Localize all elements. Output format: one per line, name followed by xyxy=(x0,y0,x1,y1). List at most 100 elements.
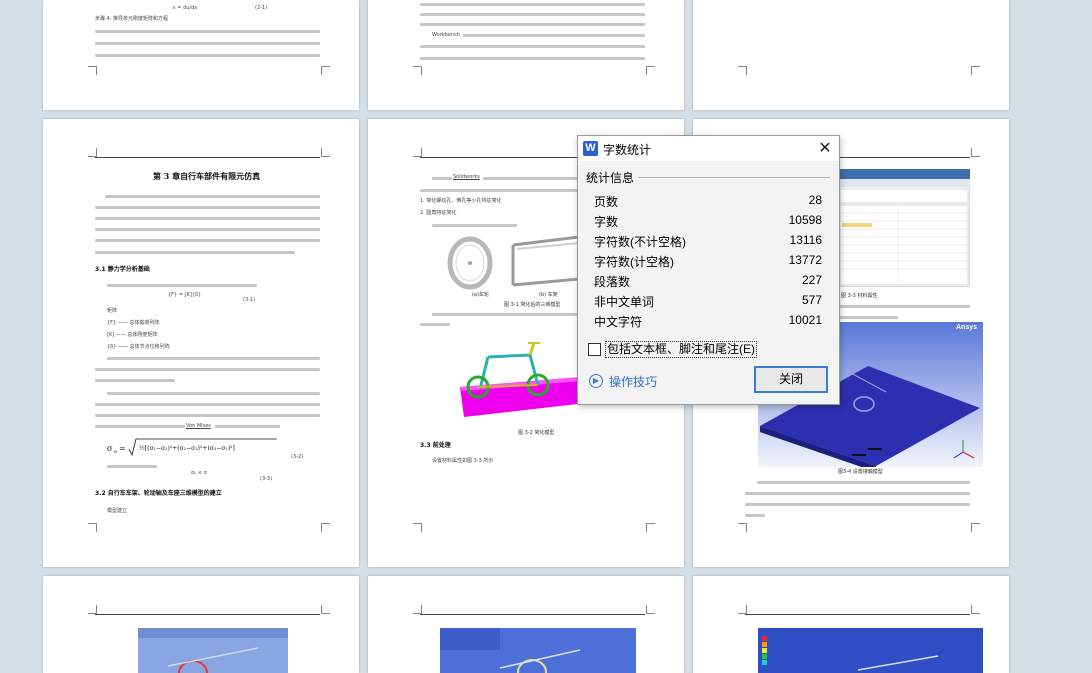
document-page xyxy=(43,576,359,673)
include-textboxes-checkbox[interactable] xyxy=(588,343,601,356)
close-button[interactable]: 关闭 xyxy=(754,366,828,393)
formula-number: (2-1) xyxy=(255,5,268,11)
text-line xyxy=(95,379,175,382)
document-page xyxy=(693,576,1009,673)
crop-mark xyxy=(321,605,330,614)
word-count-dialog: W 字数统计 ✕ 统计信息 页数 28 字数 10598 字符数(不计空格) 1… xyxy=(577,135,840,405)
section-heading: 3.3 前处理 xyxy=(420,442,451,449)
header-rule xyxy=(95,157,320,158)
svg-text:σ: σ xyxy=(107,444,113,453)
equation-number: (3-3) xyxy=(260,476,273,482)
header-rule xyxy=(95,614,320,615)
svg-text:=: = xyxy=(119,444,126,453)
text-line xyxy=(95,54,320,57)
close-icon[interactable]: ✕ xyxy=(816,139,834,157)
stat-label: 字符数(不计空格) xyxy=(594,235,686,249)
crop-mark xyxy=(413,148,422,157)
document-page: Workbench xyxy=(368,0,684,110)
wheel-model-image xyxy=(432,235,504,290)
include-textboxes-label[interactable]: 包括文本框、脚注和尾注(E) xyxy=(605,341,757,358)
stat-value: 28 xyxy=(808,193,822,207)
legend-line: {δ} —— 总体节点位移列阵 xyxy=(107,344,170,350)
figure-caption: 图 3-1 简化后的三维模型 xyxy=(504,302,561,308)
text-line xyxy=(483,177,578,180)
stat-label: 非中文单词 xyxy=(594,295,655,309)
text-line xyxy=(107,284,257,287)
text-line xyxy=(95,425,185,428)
text-line xyxy=(432,313,578,316)
document-page: ε = du/dx (2-1) 步骤 4: 推导单元刚度矩阵和方程 xyxy=(43,0,359,110)
stat-value: 227 xyxy=(801,273,822,287)
svg-text:½[(σ₁−σ₂)²+(σ₂−σ₃)²+(σ₃−σ₁)²]: ½[(σ₁−σ₂)²+(σ₂−σ₃)²+(σ₃−σ₁)²] xyxy=(139,445,235,452)
list-item: 1. 简化螺纹孔、倒孔等小孔特征简化 xyxy=(420,198,502,204)
legend-line: [K] —— 总体刚度矩阵 xyxy=(107,332,158,338)
crop-mark xyxy=(88,66,97,75)
equation-number: (3-1) xyxy=(243,297,256,303)
tips-link[interactable]: 操作技巧 xyxy=(609,373,657,390)
header-rule xyxy=(745,614,970,615)
stat-row-non-chinese-words: 非中文单词 577 xyxy=(594,292,822,310)
stat-row-chinese-chars: 中文字符 10021 xyxy=(594,312,822,330)
bicycle-model-image xyxy=(460,342,586,417)
crop-mark xyxy=(738,66,747,75)
text-line xyxy=(107,465,157,468)
model-text: 模型建立 xyxy=(107,508,128,514)
text-line xyxy=(420,3,645,6)
document-page-chapter3: 第 3 章自行车部件有限元仿真 3.1 静力学分析基础 {F} = [K]{δ}… xyxy=(43,119,359,567)
stat-value: 13116 xyxy=(789,233,822,247)
matrix-label: 矩阵 xyxy=(107,308,118,314)
text-line xyxy=(420,13,645,16)
document-page xyxy=(368,576,684,673)
text-line xyxy=(107,357,320,360)
software-name: Solidworks xyxy=(453,174,480,180)
text-line xyxy=(745,503,970,506)
stat-label: 段落数 xyxy=(594,275,631,289)
text-line xyxy=(838,316,898,319)
stat-value: 577 xyxy=(801,293,822,307)
crop-mark xyxy=(413,66,422,75)
word-app-icon: W xyxy=(583,141,598,156)
play-circle-icon[interactable]: ▶ xyxy=(589,374,603,388)
dialog-titlebar[interactable]: W 字数统计 ✕ xyxy=(578,136,839,161)
figure-caption: 图 3-2 简化模型 xyxy=(518,430,555,436)
text-line xyxy=(95,30,320,33)
crop-mark xyxy=(646,523,655,532)
stat-row-pages: 页数 28 xyxy=(594,192,822,210)
text-line xyxy=(420,189,578,192)
crop-mark xyxy=(88,523,97,532)
section-heading: 3.1 静力学分析基础 xyxy=(95,266,150,273)
text-line xyxy=(95,414,320,417)
crop-mark xyxy=(413,523,422,532)
text-line xyxy=(432,224,517,227)
text-line xyxy=(95,206,320,209)
section-heading: 3.2 自行车车架、轮动轴及车座三维模型的建立 xyxy=(95,490,222,497)
header-rule xyxy=(420,614,645,615)
text-line xyxy=(95,228,320,231)
header-rule xyxy=(838,157,970,158)
simulation-image xyxy=(440,628,636,673)
crop-mark xyxy=(646,605,655,614)
stat-row-chars-with-spaces: 字符数(计空格) 13772 xyxy=(594,252,822,270)
text-line xyxy=(215,425,280,428)
stat-label: 字符数(计空格) xyxy=(594,255,674,269)
figure-caption: 图 3-3 材料属性 xyxy=(841,293,878,299)
stat-label: 字数 xyxy=(594,215,619,229)
stat-label: 页数 xyxy=(594,195,619,209)
crop-mark xyxy=(971,523,980,532)
formula: ε = du/dx xyxy=(173,5,198,11)
stat-row-words: 字数 10598 xyxy=(594,212,822,230)
text-line xyxy=(420,57,645,60)
stat-row-paragraphs: 段落数 227 xyxy=(594,272,822,290)
crop-mark xyxy=(88,605,97,614)
crop-mark xyxy=(738,605,747,614)
von-mises-equation: σ e = ½[(σ₁−σ₂)²+(σ₂−σ₃)²+(σ₃−σ₁)²] xyxy=(107,438,277,457)
simulation-image xyxy=(758,628,983,673)
stat-label: 中文字符 xyxy=(594,315,643,329)
text-line xyxy=(463,34,645,37)
stat-value: 10021 xyxy=(788,313,822,327)
crop-mark xyxy=(971,66,980,75)
text-line xyxy=(95,42,320,45)
equation: {F} = [K]{δ} xyxy=(168,292,202,298)
crop-mark xyxy=(88,148,97,157)
legend-line: {F} —— 总体载荷列阵 xyxy=(107,320,160,326)
